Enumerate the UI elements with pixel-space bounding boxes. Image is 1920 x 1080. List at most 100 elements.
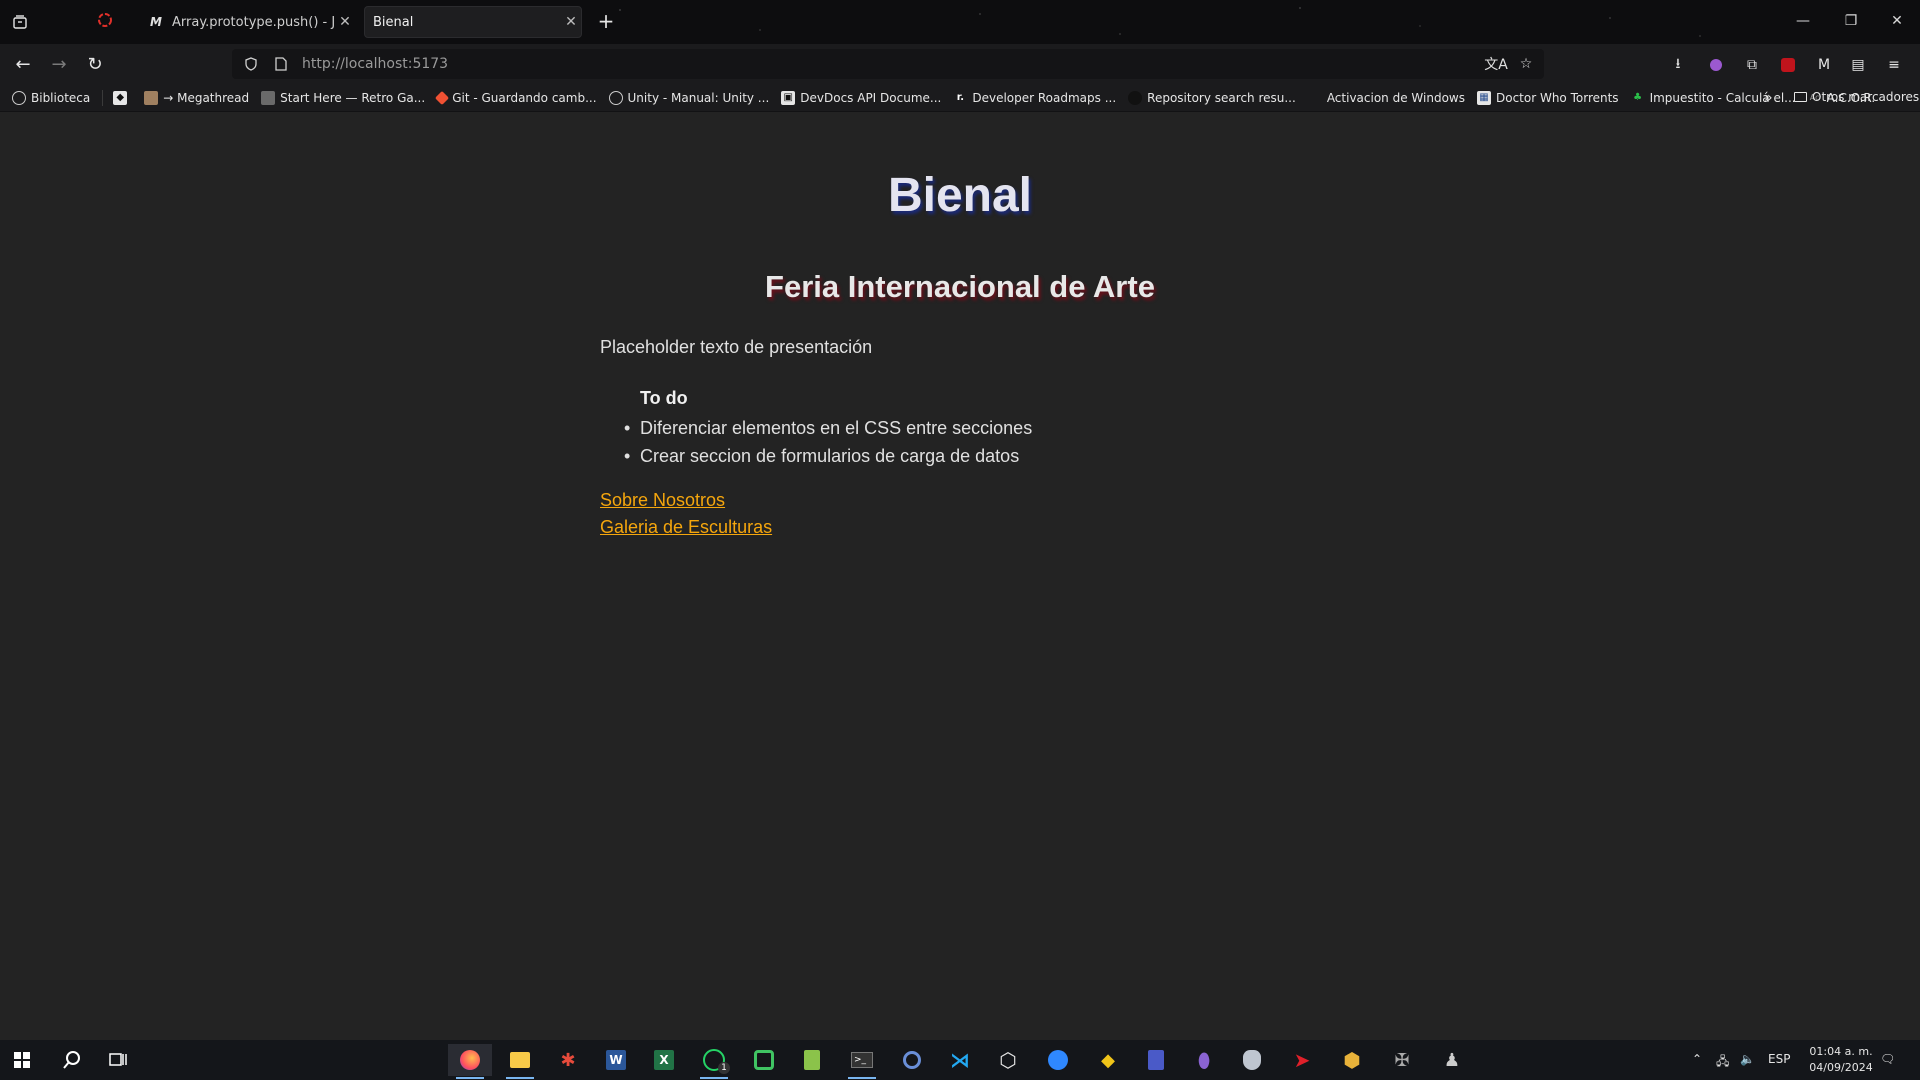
date: 04/09/2024	[1809, 1061, 1873, 1074]
notification-badge: 1	[718, 1062, 730, 1074]
cortana-icon[interactable]	[890, 1044, 934, 1076]
cube-app-icon[interactable]: ⬢	[1330, 1044, 1374, 1076]
clock[interactable]: 01:04 a. m. 04/09/2024	[1796, 1044, 1886, 1076]
forward-button[interactable]: →	[46, 52, 72, 76]
other-bookmarks[interactable]: Otros marcadores	[1794, 90, 1919, 104]
send-app-icon[interactable]: ➤	[1280, 1044, 1324, 1076]
notifications-icon[interactable]: 🗨	[1880, 1052, 1895, 1066]
sidebar-icon[interactable]: ▤	[1846, 53, 1870, 77]
unity-hub-icon[interactable]: ⬡	[986, 1044, 1030, 1076]
task-view-icon[interactable]	[96, 1044, 140, 1076]
pinned-site-icon	[97, 12, 113, 32]
close-tab-icon[interactable]: ✕	[561, 14, 581, 30]
bookmark-biblioteca[interactable]: Biblioteca	[12, 90, 90, 105]
devdocs-icon: ▣	[781, 90, 796, 105]
tab-title: Array.prototype.push() - JavaSc	[172, 14, 335, 30]
downloads-icon[interactable]: ⭳	[1666, 53, 1690, 77]
extensions-icon[interactable]: ⧉	[1740, 53, 1764, 77]
reload-button[interactable]: ↻	[82, 52, 108, 76]
bookmark-doctor-who[interactable]: ▦ Doctor Who Torrents	[1476, 90, 1619, 105]
tab-list-icon[interactable]	[8, 10, 32, 34]
intro-text: Placeholder texto de presentación	[600, 337, 873, 357]
more-bookmarks-chevron-icon[interactable]: »	[1764, 90, 1773, 106]
clover-icon: ♣	[1633, 92, 1643, 103]
bookmark-git[interactable]: Git - Guardando camb...	[435, 90, 597, 105]
game-app-icon[interactable]: ✠	[1380, 1044, 1424, 1076]
ublock-icon[interactable]	[1776, 53, 1800, 77]
language-indicator[interactable]: ESP	[1768, 1052, 1790, 1066]
terminal-icon[interactable]: >_	[840, 1044, 884, 1079]
bookmark-activacion[interactable]: Activacion de Windows	[1308, 91, 1465, 105]
tab-bienal[interactable]: Bienal ✕	[364, 6, 582, 38]
tray-chevron-up-icon[interactable]: ⌃	[1692, 1052, 1702, 1066]
page-icon[interactable]	[270, 53, 292, 75]
bookmark-roadmaps[interactable]: r. Developer Roadmaps ...	[953, 91, 1116, 105]
mdn-icon: M	[150, 15, 162, 29]
navigation-toolbar: ← → ↻ http://localhost:5173 文A ☆ ⭳ ⧉ M ▤…	[0, 44, 1920, 84]
tab-array-push[interactable]: M Array.prototype.push() - JavaSc ✕	[140, 6, 355, 38]
obsidian-icon[interactable]: ⬮	[1182, 1044, 1226, 1076]
page-subtitle: Feria Internacional de Arte	[765, 269, 1155, 304]
bookmark-unity[interactable]: Unity - Manual: Unity ...	[608, 90, 769, 105]
bookmark-megathread[interactable]: → Megathread	[144, 90, 249, 105]
back-button[interactable]: ←	[10, 52, 36, 76]
extension-purple-icon[interactable]	[1704, 53, 1728, 77]
tab-title: Bienal	[373, 14, 414, 30]
bookmark-repo-search[interactable]: Repository search resu...	[1128, 90, 1296, 105]
page-content: Bienal Feria Internacional de Arte Place…	[0, 112, 1920, 1040]
notepad-icon[interactable]	[790, 1044, 834, 1076]
word-icon[interactable]: W	[594, 1044, 638, 1076]
bookmark-devdocs[interactable]: ▣ DevDocs API Docume...	[781, 90, 941, 105]
url-text[interactable]: http://localhost:5173	[302, 56, 1484, 72]
address-bar[interactable]: http://localhost:5173 文A ☆	[232, 49, 1544, 79]
vscode-icon[interactable]: ⋊	[938, 1044, 982, 1076]
tab-pinned[interactable]	[88, 6, 122, 38]
camtasia-icon[interactable]	[742, 1044, 786, 1076]
folder-icon	[144, 90, 159, 105]
taskbar: ✱ W X 1 >_ ⋊ ⬡ ◆ ⬮ ➤ ⬢ ✠ ♟ ⌃ 🖧 🔈 ESP 01:…	[0, 1040, 1920, 1080]
new-tab-button[interactable]: +	[594, 10, 618, 34]
link-sobre-nosotros[interactable]: Sobre Nosotros	[600, 490, 725, 511]
app-blue-icon[interactable]	[1134, 1044, 1178, 1076]
github-icon	[1128, 90, 1143, 105]
minimize-button[interactable]: —	[1780, 6, 1826, 36]
list-item: Diferenciar elementos en el CSS entre se…	[624, 414, 1032, 442]
git-icon	[435, 90, 450, 105]
bookmark-star-icon[interactable]: ☆	[1514, 53, 1538, 75]
volume-icon[interactable]: 🔈	[1740, 1052, 1755, 1066]
bookmark-retro-games[interactable]: Start Here — Retro Ga...	[261, 90, 425, 105]
unity-icon	[608, 90, 623, 105]
tab-bar: M Array.prototype.push() - JavaSc ✕ Bien…	[0, 0, 1920, 44]
malwarebytes-icon[interactable]: M	[1812, 53, 1836, 77]
file-explorer-icon[interactable]	[498, 1044, 542, 1079]
todo-list: Diferenciar elementos en el CSS entre se…	[624, 414, 1032, 470]
pen-tool-icon[interactable]	[1036, 1044, 1080, 1076]
network-icon[interactable]: 🖧	[1716, 1052, 1729, 1073]
link-galeria-esculturas[interactable]: Galeria de Esculturas	[600, 517, 772, 538]
close-tab-icon[interactable]: ✕	[335, 14, 355, 30]
menu-icon[interactable]: ≡	[1882, 53, 1906, 77]
page-title: Bienal	[887, 169, 1033, 222]
list-item: Crear seccion de formularios de carga de…	[624, 442, 1032, 470]
search-icon[interactable]	[50, 1044, 94, 1076]
anydesk-icon[interactable]: ✱	[546, 1044, 590, 1076]
windows-icon	[1308, 91, 1322, 105]
gitkraken-icon[interactable]: ◆	[1086, 1044, 1130, 1076]
shield-app-icon[interactable]	[1230, 1044, 1274, 1076]
avatar-app-icon[interactable]: ♟	[1430, 1044, 1474, 1076]
roadmap-icon: r.	[956, 92, 964, 103]
whatsapp-icon[interactable]: 1	[692, 1044, 736, 1079]
bookmark-icon: ◆	[113, 90, 128, 105]
excel-icon[interactable]: X	[642, 1044, 686, 1076]
bookmark-unlabeled[interactable]: ◆	[113, 90, 132, 105]
shield-icon[interactable]	[240, 53, 262, 75]
start-icon[interactable]	[0, 1044, 44, 1076]
time: 01:04 a. m.	[1809, 1045, 1873, 1058]
firefox-icon[interactable]	[448, 1044, 492, 1079]
torrent-icon: ▦	[1476, 90, 1491, 105]
translate-icon[interactable]: 文A	[1484, 53, 1508, 75]
restore-button[interactable]: ❐	[1828, 6, 1874, 36]
close-window-button[interactable]: ✕	[1874, 6, 1920, 36]
globe-icon	[12, 90, 26, 105]
todo-heading: To do	[640, 388, 688, 408]
